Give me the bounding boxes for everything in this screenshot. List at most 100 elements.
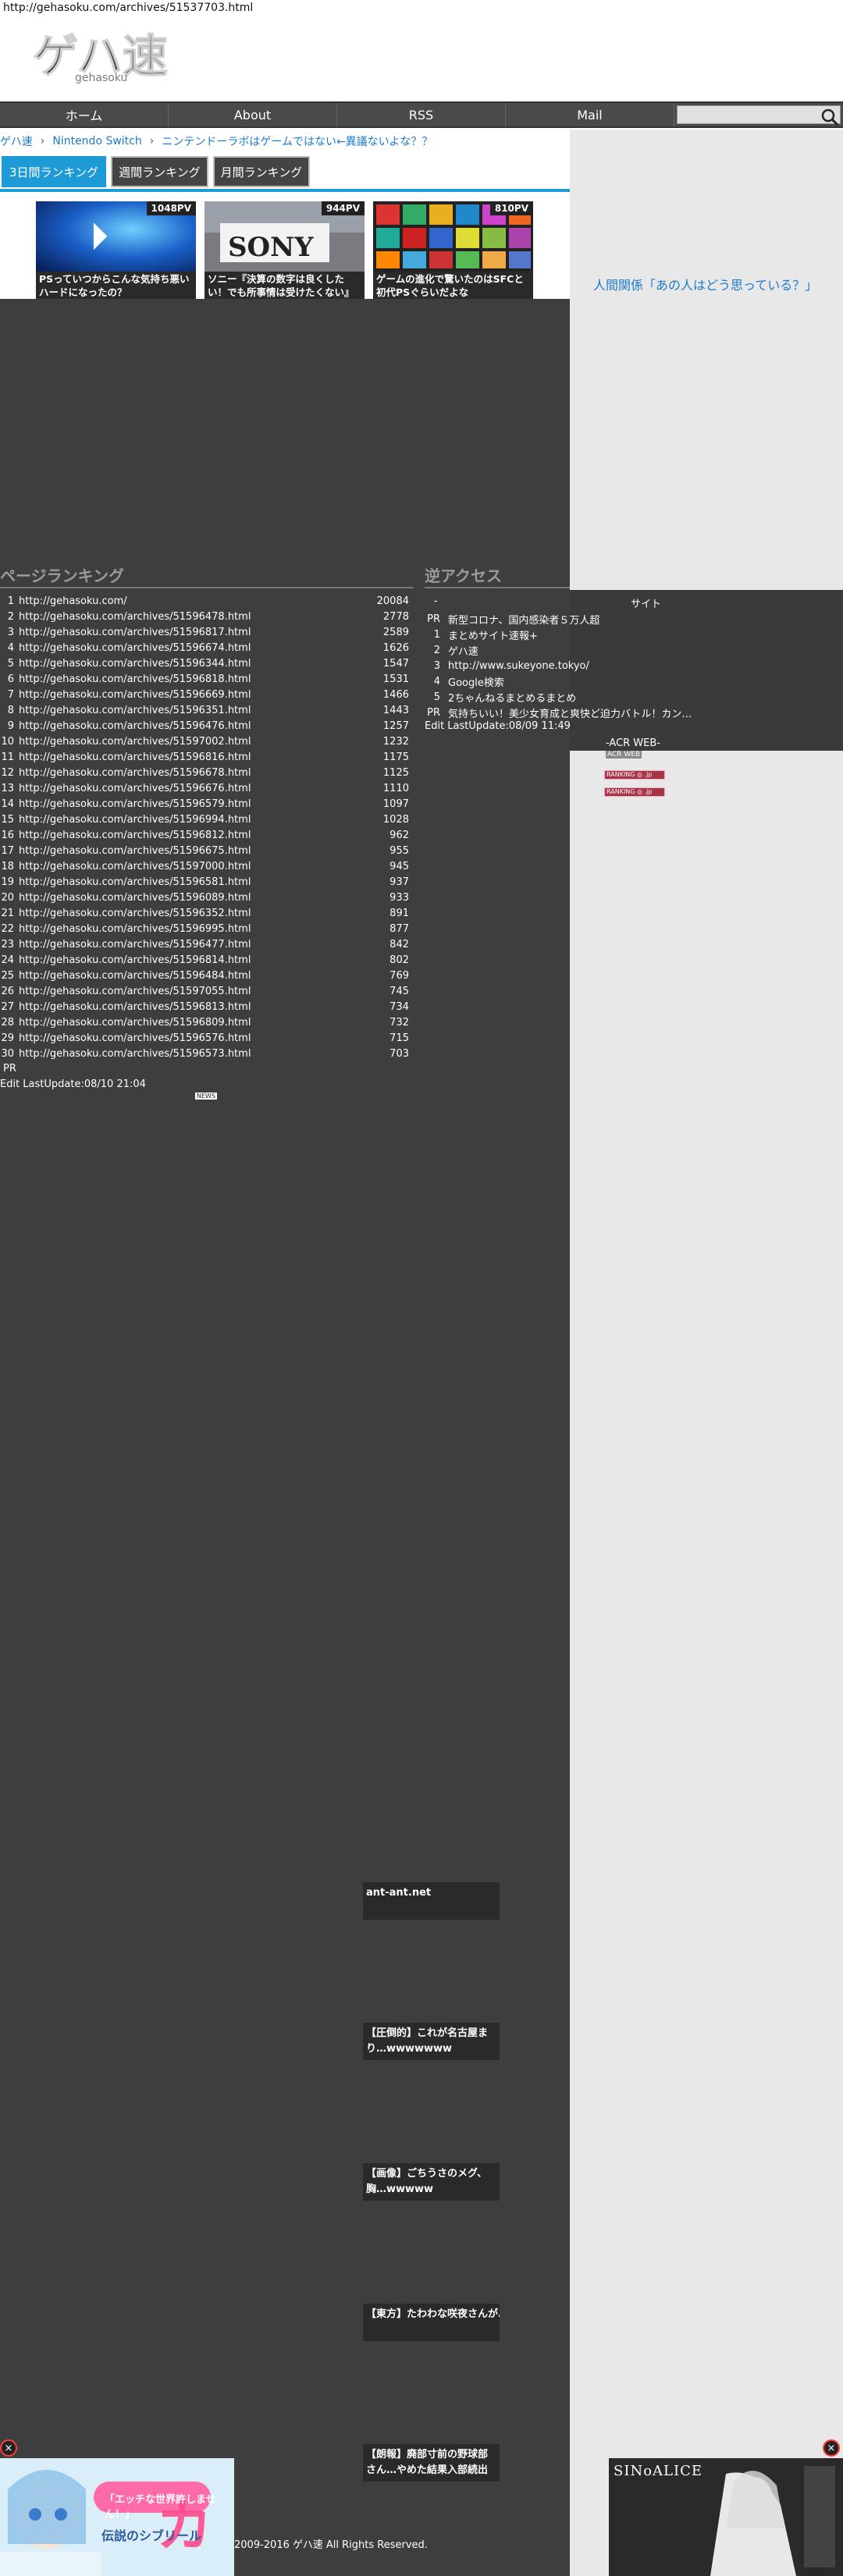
rank-url[interactable]: http://gehasoku.com/archives/51596579.ht… xyxy=(19,798,367,810)
site-logo[interactable]: ゲハ速 gehasoku xyxy=(28,23,208,87)
tab-3day-ranking[interactable]: 3日間ランキング xyxy=(2,156,107,187)
breadcrumb-category[interactable]: Nintendo Switch xyxy=(52,135,141,147)
rank-url[interactable]: http://gehasoku.com/archives/51596678.ht… xyxy=(19,767,367,779)
table-row[interactable]: 13 http://gehasoku.com/archives/51596676.… xyxy=(0,780,414,796)
rank-url[interactable]: http://gehasoku.com/archives/51596478.ht… xyxy=(19,611,367,623)
list-item[interactable]: 3 http://www.sukeyone.tokyo/ xyxy=(425,658,831,673)
featured-card[interactable]: ⏵ 1048PV PSっていつからこんな気持ち悪いハードになったの？ xyxy=(36,201,196,299)
rank-url[interactable]: http://gehasoku.com/archives/51596352.ht… xyxy=(19,908,367,919)
table-row[interactable]: 21 http://gehasoku.com/archives/51596352.… xyxy=(0,905,414,921)
access-site-name[interactable]: ゲハ速 xyxy=(448,643,478,658)
table-row[interactable]: 25 http://gehasoku.com/archives/51596484.… xyxy=(0,968,414,983)
rank-url[interactable]: http://gehasoku.com/archives/51596477.ht… xyxy=(19,939,367,950)
rank-url[interactable]: http://gehasoku.com/ xyxy=(19,595,367,607)
list-item[interactable]: 1 まとめサイト速報+ xyxy=(425,627,831,642)
table-row[interactable]: 4 http://gehasoku.com/archives/51596674.h… xyxy=(0,640,414,656)
table-row[interactable]: 14 http://gehasoku.com/archives/51596579.… xyxy=(0,796,414,812)
table-row[interactable]: 1 http://gehasoku.com/20084 xyxy=(0,593,414,609)
rank-url[interactable]: http://gehasoku.com/archives/51596351.ht… xyxy=(19,705,367,716)
nav-home[interactable]: ホーム xyxy=(0,103,169,126)
ad-card[interactable]: 【東方】たわわな咲夜さんが… xyxy=(363,2304,500,2341)
rank-url[interactable]: http://gehasoku.com/archives/51596581.ht… xyxy=(19,876,367,888)
table-row[interactable]: 27 http://gehasoku.com/archives/51596813.… xyxy=(0,999,414,1014)
ad-card[interactable]: 【圧倒的】これが名古屋まり…wwwwwww xyxy=(363,2023,500,2060)
sidebar-link[interactable]: 人間関係「あの人はどう思っている？」 xyxy=(593,275,817,293)
rank-url[interactable]: http://gehasoku.com/archives/51596994.ht… xyxy=(19,814,367,826)
rank-url[interactable]: http://gehasoku.com/archives/51596344.ht… xyxy=(19,658,367,670)
rank-url[interactable]: http://gehasoku.com/archives/51596817.ht… xyxy=(19,627,367,638)
list-item[interactable]: PR 気持ちいい！美少女育成と爽快ど迫力バトル！カン… xyxy=(425,705,831,720)
corner-ad-right[interactable]: SINoALICE xyxy=(609,2458,843,2576)
ad-card[interactable]: 【画像】ごちうさのメグ、胸…wwwww xyxy=(363,2163,500,2201)
table-row[interactable]: 23 http://gehasoku.com/archives/51596477.… xyxy=(0,936,414,952)
access-site-name[interactable]: 新型コロナ、国内感染者５万人超 xyxy=(448,612,599,627)
rank-url[interactable]: http://gehasoku.com/archives/51596675.ht… xyxy=(19,845,367,857)
rank-url[interactable]: http://gehasoku.com/archives/51596674.ht… xyxy=(19,642,367,654)
list-item[interactable]: 4 Google検索 xyxy=(425,673,831,689)
nav-mail[interactable]: Mail xyxy=(506,103,674,126)
rank-url[interactable]: http://gehasoku.com/archives/51596476.ht… xyxy=(19,720,367,732)
table-row[interactable]: 29 http://gehasoku.com/archives/51596576.… xyxy=(0,1030,414,1046)
tab-monthly-ranking[interactable]: 月間ランキング xyxy=(212,156,311,187)
reverse-access-last-update[interactable]: Edit LastUpdate:08/09 11:49 xyxy=(425,720,571,732)
access-site-name[interactable]: まとめサイト速報+ xyxy=(448,627,538,642)
access-site-name[interactable]: 2ちゃんねるまとめるまとめ xyxy=(448,690,576,705)
table-row[interactable]: 7 http://gehasoku.com/archives/51596669.h… xyxy=(0,687,414,702)
rank-url[interactable]: http://gehasoku.com/archives/51596573.ht… xyxy=(19,1048,367,1060)
rank-url[interactable]: http://gehasoku.com/archives/51596812.ht… xyxy=(19,830,367,841)
table-row[interactable]: 2 http://gehasoku.com/archives/51596478.h… xyxy=(0,609,414,624)
close-icon[interactable]: × xyxy=(0,2439,17,2457)
rank-url[interactable]: http://gehasoku.com/archives/51597055.ht… xyxy=(19,986,367,997)
rank-url[interactable]: http://gehasoku.com/archives/51596576.ht… xyxy=(19,1032,367,1044)
corner-ad-left[interactable]: カ 「エッチな世界許しません！」 伝説のシブリール xyxy=(0,2458,234,2576)
table-row[interactable]: 17 http://gehasoku.com/archives/51596675.… xyxy=(0,843,414,858)
list-item[interactable]: 5 2ちゃんねるまとめるまとめ xyxy=(425,689,831,705)
rank-url[interactable]: http://gehasoku.com/archives/51596809.ht… xyxy=(19,1017,367,1029)
rank-url[interactable]: http://gehasoku.com/archives/51596818.ht… xyxy=(19,673,367,685)
table-row[interactable]: 11 http://gehasoku.com/archives/51596816.… xyxy=(0,749,414,765)
nav-about[interactable]: About xyxy=(169,103,337,126)
page-ranking-last-update[interactable]: Edit LastUpdate:08/10 21:04 xyxy=(0,1078,146,1090)
ad-card[interactable]: 【朗報】廃部寸前の野球部さん…やめた結果入部続出www xyxy=(363,2444,500,2482)
table-row[interactable]: 16 http://gehasoku.com/archives/51596812.… xyxy=(0,827,414,843)
nav-rss[interactable]: RSS xyxy=(337,103,506,126)
table-row[interactable]: 6 http://gehasoku.com/archives/51596818.h… xyxy=(0,671,414,687)
rank-url[interactable]: http://gehasoku.com/archives/51597000.ht… xyxy=(19,861,367,872)
rank-url[interactable]: http://gehasoku.com/archives/51596995.ht… xyxy=(19,923,367,935)
table-row[interactable]: 12 http://gehasoku.com/archives/51596678.… xyxy=(0,765,414,780)
table-row[interactable]: 3 http://gehasoku.com/archives/51596817.h… xyxy=(0,624,414,640)
rank-url[interactable]: http://gehasoku.com/archives/51597002.ht… xyxy=(19,736,367,748)
ad-card[interactable]: ant-ant.net xyxy=(363,1882,500,1920)
table-row[interactable]: 28 http://gehasoku.com/archives/51596809.… xyxy=(0,1014,414,1030)
table-row[interactable]: 20 http://gehasoku.com/archives/51596089.… xyxy=(0,890,414,905)
rank-url[interactable]: http://gehasoku.com/archives/51596089.ht… xyxy=(19,892,367,904)
search-input[interactable] xyxy=(677,105,841,124)
ranking-banner[interactable]: RANKING ◎ .jp xyxy=(604,770,665,780)
table-row[interactable]: 24 http://gehasoku.com/archives/51596814.… xyxy=(0,952,414,968)
access-site-name[interactable]: Google検索 xyxy=(448,674,504,689)
breadcrumb-home[interactable]: ゲハ速 xyxy=(0,133,33,149)
search-icon[interactable] xyxy=(820,107,840,127)
table-row[interactable]: 22 http://gehasoku.com/archives/51596995.… xyxy=(0,921,414,936)
table-row[interactable]: 10 http://gehasoku.com/archives/51597002.… xyxy=(0,734,414,749)
ranking-banner[interactable]: RANKING ◎ .jp xyxy=(604,787,665,797)
table-row[interactable]: 26 http://gehasoku.com/archives/51597055.… xyxy=(0,983,414,999)
list-item[interactable]: PR 新型コロナ、国内感染者５万人超 xyxy=(425,611,831,627)
table-row[interactable]: 5 http://gehasoku.com/archives/51596344.h… xyxy=(0,656,414,671)
rank-url[interactable]: http://gehasoku.com/archives/51596814.ht… xyxy=(19,954,367,966)
rank-url[interactable]: http://gehasoku.com/archives/51596816.ht… xyxy=(19,751,367,763)
table-row[interactable]: 8 http://gehasoku.com/archives/51596351.h… xyxy=(0,702,414,718)
news-badge[interactable]: NEWS xyxy=(195,1093,218,1100)
rank-url[interactable]: http://gehasoku.com/archives/51596813.ht… xyxy=(19,1001,367,1013)
table-row[interactable]: 30 http://gehasoku.com/archives/51596573.… xyxy=(0,1046,414,1061)
table-row[interactable]: 19 http://gehasoku.com/archives/51596581.… xyxy=(0,874,414,890)
close-icon[interactable]: × xyxy=(823,2439,840,2457)
list-item[interactable]: 2 ゲハ速 xyxy=(425,642,831,658)
table-row[interactable]: 15 http://gehasoku.com/archives/51596994.… xyxy=(0,812,414,827)
featured-card[interactable]: 810PV ゲームの進化で驚いたのはSFCと初代PSぐらいだよな xyxy=(373,201,533,299)
table-row[interactable]: 9 http://gehasoku.com/archives/51596476.h… xyxy=(0,718,414,734)
rank-url[interactable]: http://gehasoku.com/archives/51596676.ht… xyxy=(19,783,367,794)
breadcrumb-current[interactable]: ニンテンドーラボはゲームではない←異議ないよな？？ xyxy=(162,133,432,149)
rank-url[interactable]: http://gehasoku.com/archives/51596669.ht… xyxy=(19,689,367,701)
featured-card[interactable]: SONY 944PV ソニー『決算の数字は良くしたい！でも所事情は受けたくない』 xyxy=(205,201,365,299)
